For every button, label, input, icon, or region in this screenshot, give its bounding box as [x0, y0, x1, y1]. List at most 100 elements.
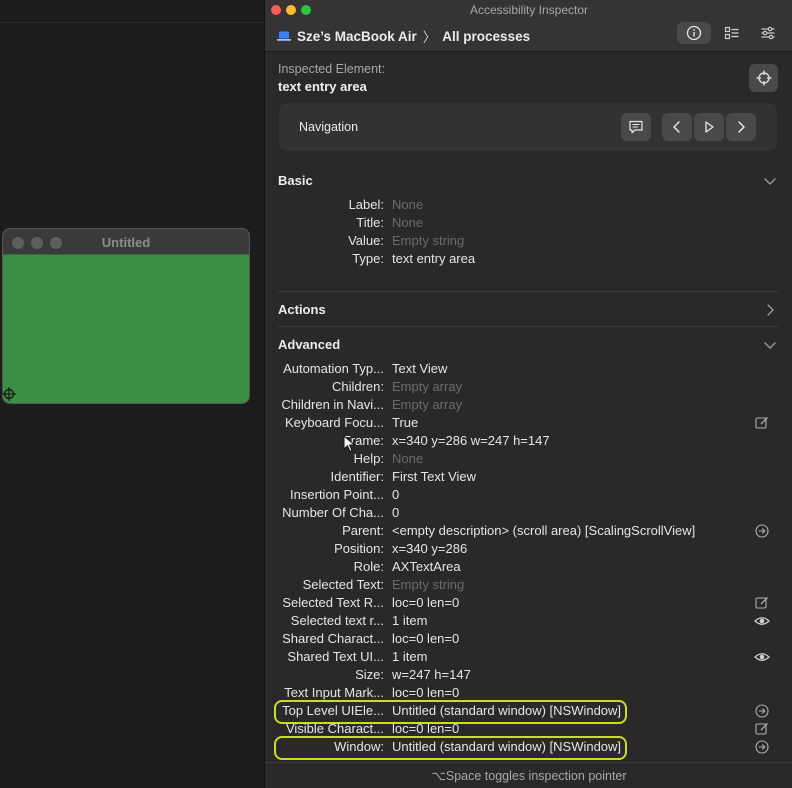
basic-row: Label: None — [278, 197, 778, 215]
breadcrumb-device[interactable]: Sze’s MacBook Air — [297, 29, 417, 44]
advanced-row-key: Keyboard Focu... — [285, 415, 384, 430]
advanced-row-value: 1 item — [392, 649, 428, 664]
advanced-row-value: loc=0 len=0 — [392, 721, 460, 736]
edit-icon[interactable] — [754, 595, 770, 611]
advanced-row-key: Visible Charact... — [285, 721, 384, 736]
advanced-row-value: w=247 h=147 — [392, 667, 471, 682]
inspected-element-name: text entry area — [278, 79, 367, 94]
eye-icon[interactable] — [754, 649, 770, 665]
untitled-window-titlebar[interactable]: Untitled — [3, 229, 249, 255]
advanced-row-value: loc=0 len=0 — [392, 685, 460, 700]
advanced-row-value: 1 item — [392, 613, 428, 628]
advanced-row: Selected text r... 1 item — [278, 613, 778, 631]
basic-row-key: Type: — [352, 251, 384, 266]
advanced-row-value: Text View — [392, 361, 448, 376]
advanced-row: Children: Empty array — [278, 379, 778, 397]
list-icon — [724, 26, 739, 40]
advanced-row-key: Parent: — [342, 523, 384, 538]
advanced-row-value: loc=0 len=0 — [392, 595, 460, 610]
advanced-row-value: True — [392, 415, 419, 430]
breadcrumb-scope[interactable]: All processes — [442, 29, 530, 44]
highlight-outline — [274, 736, 628, 760]
accessibility-inspector-window: Accessibility Inspector Sze’s MacBook Ai… — [264, 0, 792, 788]
info-tab-button[interactable] — [677, 22, 711, 44]
advanced-row-key: Automation Typ... — [283, 361, 384, 376]
navigation-label: Navigation — [299, 120, 359, 134]
advanced-row: Insertion Point... 0 — [278, 487, 778, 505]
previous-button[interactable] — [662, 113, 692, 141]
advanced-row: Children in Navi... Empty array — [278, 397, 778, 415]
mouse-pointer-icon — [343, 435, 356, 453]
speak-button[interactable] — [621, 113, 651, 141]
chevron-down-icon[interactable] — [763, 174, 777, 188]
advanced-row: Selected Text R... loc=0 len=0 — [278, 595, 778, 613]
laptop-icon — [277, 31, 291, 41]
eye-icon[interactable] — [754, 613, 770, 629]
advanced-row: Parent: <empty description> (scroll area)… — [278, 523, 778, 541]
advanced-row-value: None — [392, 451, 424, 466]
list-tab-button[interactable] — [715, 22, 749, 44]
chevron-right-icon — [738, 121, 745, 133]
desktop-divider — [0, 22, 264, 23]
play-icon — [705, 121, 714, 133]
advanced-row: Automation Typ... Text View — [278, 361, 778, 379]
advanced-row: Position: x=340 y=286 — [278, 541, 778, 559]
untitled-window[interactable]: Untitled — [2, 228, 250, 404]
advanced-row: Shared Text UI... 1 item — [278, 649, 778, 667]
perform-action-button[interactable] — [694, 113, 724, 141]
basic-row: Title: None — [278, 215, 778, 233]
basic-row-key: Value: — [348, 233, 384, 248]
go-arrow-icon[interactable] — [754, 523, 770, 539]
basic-row-key: Title: — [356, 215, 384, 230]
chevron-left-icon — [673, 121, 680, 133]
advanced-row-key: Selected Text R... — [282, 595, 384, 610]
point-inspection-button[interactable] — [749, 64, 778, 92]
breadcrumb[interactable]: Sze’s MacBook Air 〉 All processes — [277, 26, 530, 46]
advanced-section-header[interactable]: Advanced — [278, 337, 340, 352]
advanced-row-key: Shared Text UI... — [287, 649, 384, 664]
advanced-row-key: Children: — [331, 379, 384, 394]
navigation-panel: Navigation — [279, 103, 777, 151]
advanced-row-value: x=340 y=286 w=247 h=147 — [392, 433, 550, 448]
basic-row: Type: text entry area — [278, 251, 778, 269]
advanced-row-value: 0 — [392, 505, 400, 520]
edit-icon[interactable] — [754, 415, 770, 431]
advanced-row-key: Size: — [355, 667, 384, 682]
advanced-row-key: Children in Navi... — [281, 397, 384, 412]
go-arrow-icon[interactable] — [754, 703, 770, 719]
advanced-row: Selected Text: Empty string — [278, 577, 778, 595]
basic-row-value: None — [392, 215, 424, 230]
chevron-right-icon[interactable] — [763, 303, 777, 317]
advanced-row-key: Selected text r... — [290, 613, 384, 628]
untitled-window-title: Untitled — [101, 235, 151, 250]
advanced-row: Identifier: First Text View — [278, 469, 778, 487]
advanced-row-value: <empty description> (scroll area) [Scali… — [392, 523, 696, 538]
basic-row-value: text entry area — [392, 251, 476, 266]
advanced-row: Keyboard Focu... True — [278, 415, 778, 433]
chevron-down-icon[interactable] — [763, 338, 777, 352]
basic-row-value: None — [392, 197, 424, 212]
breadcrumb-separator: 〉 — [422, 30, 437, 45]
advanced-row-value: Empty array — [392, 397, 463, 412]
advanced-row-value: AXTextArea — [392, 559, 461, 574]
advanced-row-value: Empty array — [392, 379, 463, 394]
basic-row-key: Label: — [348, 197, 384, 212]
advanced-row-key: Role: — [353, 559, 384, 574]
inspected-element-label: Inspected Element: — [278, 62, 386, 76]
inspection-pointer-hint: ⌥Space toggles inspection pointer — [265, 762, 792, 788]
basic-section-header[interactable]: Basic — [278, 173, 313, 188]
advanced-row-key: Shared Charact... — [282, 631, 384, 646]
go-arrow-icon[interactable] — [754, 739, 770, 755]
edit-icon[interactable] — [754, 721, 770, 737]
advanced-row-key: Help: — [353, 451, 384, 466]
inspector-titlebar: Accessibility Inspector Sze’s MacBook Ai… — [265, 0, 792, 52]
speech-bubble-icon — [629, 120, 643, 134]
advanced-row-value: First Text View — [392, 469, 477, 484]
advanced-row: Size: w=247 h=147 — [278, 667, 778, 685]
advanced-row-value: loc=0 len=0 — [392, 631, 460, 646]
actions-section-header[interactable]: Actions — [278, 302, 326, 317]
basic-row: Value: Empty string — [278, 233, 778, 251]
settings-tab-button[interactable] — [751, 22, 785, 44]
settings-sliders-icon — [761, 26, 775, 40]
next-button[interactable] — [726, 113, 756, 141]
